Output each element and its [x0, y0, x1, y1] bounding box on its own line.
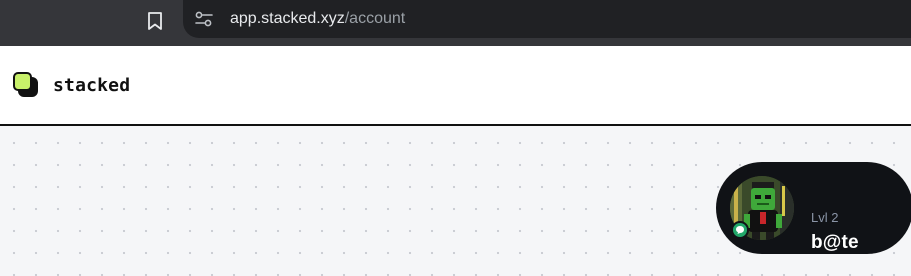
url-text[interactable]: app.stacked.xyz/account — [230, 9, 405, 29]
browser-toolbar: app.stacked.xyz/account — [0, 0, 911, 46]
main-content: Lvl 2 b@te — [0, 126, 911, 276]
level-label: Lvl 2 — [811, 210, 839, 225]
site-settings-icon[interactable] — [195, 11, 213, 27]
brand-name: stacked — [53, 74, 131, 96]
address-bar[interactable]: app.stacked.xyz/account — [183, 0, 911, 38]
chat-bubble-icon[interactable] — [731, 221, 749, 239]
profile-card-button[interactable]: Lvl 2 b@te — [716, 162, 911, 254]
bookmark-icon[interactable] — [145, 9, 165, 33]
brand-home-link[interactable]: stacked — [13, 72, 130, 98]
username: b@te — [811, 232, 859, 253]
stacked-logo-icon — [13, 72, 39, 98]
app-header: stacked — [0, 46, 911, 126]
url-host: app.stacked.xyz — [230, 10, 345, 27]
url-path: /account — [344, 10, 406, 27]
